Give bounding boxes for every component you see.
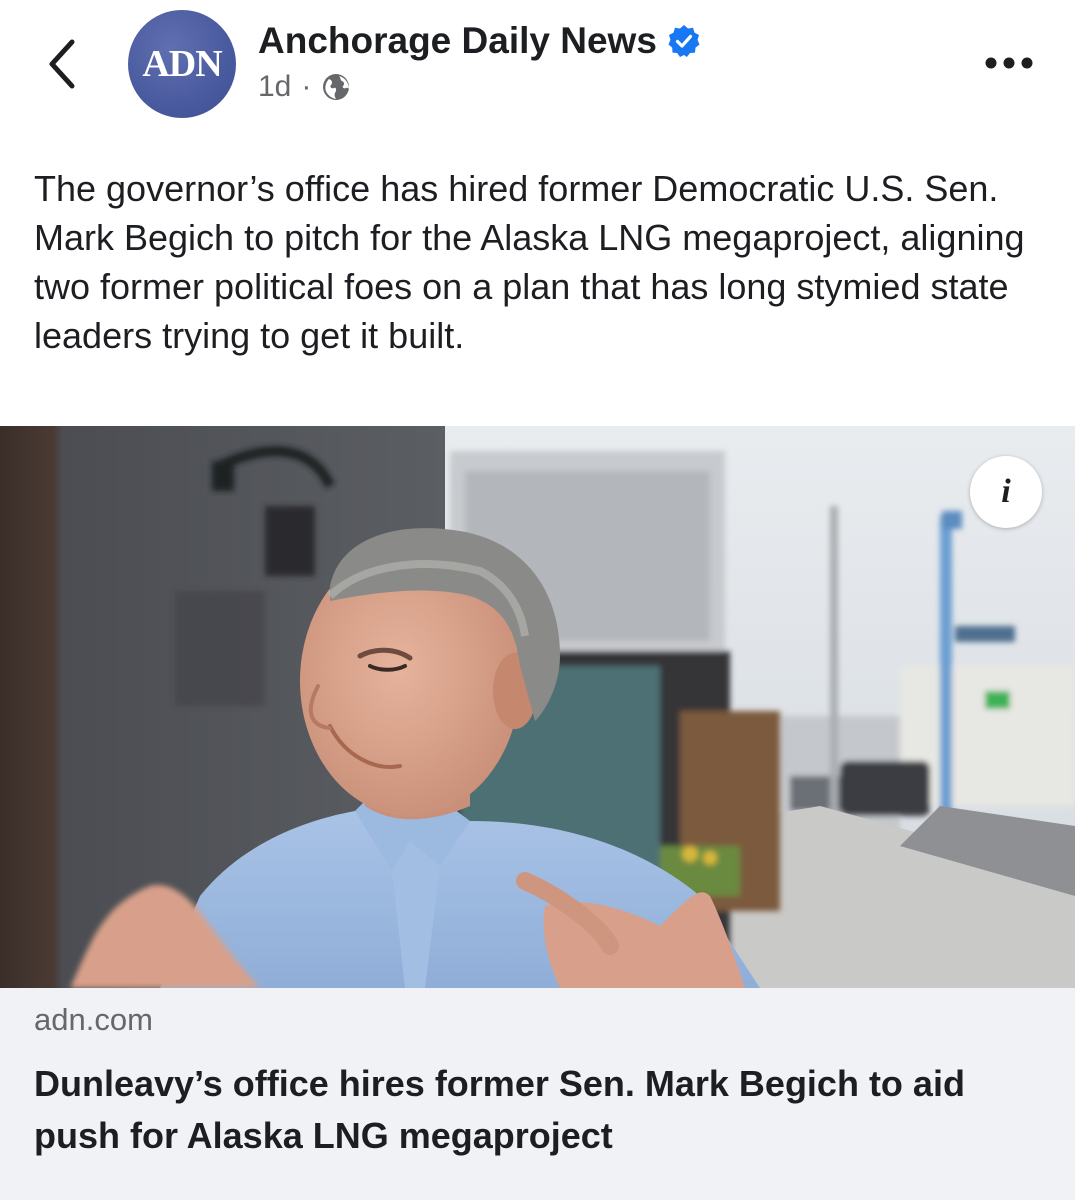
meta-separator: · [301, 70, 312, 103]
globe-icon [323, 74, 350, 100]
more-horizontal-icon [985, 57, 1033, 69]
article-photo[interactable] [0, 426, 1075, 988]
avatar-logo-text: ADN [142, 43, 222, 85]
post-meta: 1d · [258, 70, 351, 104]
page-name-link[interactable]: Anchorage Daily News [258, 20, 701, 62]
more-options-button[interactable] [983, 52, 1035, 74]
page-name: Anchorage Daily News [258, 20, 657, 61]
back-button[interactable] [40, 38, 88, 90]
article-photo-image [0, 426, 1075, 988]
verified-badge-icon [668, 25, 700, 57]
chevron-left-icon [49, 39, 75, 89]
post-text: The governor’s office has hired former D… [34, 168, 1025, 356]
link-domain: adn.com [34, 1002, 153, 1037]
page-avatar[interactable]: ADN [128, 10, 236, 118]
link-title: Dunleavy’s office hires former Sen. Mark… [34, 1063, 965, 1156]
info-button[interactable]: i [970, 456, 1042, 528]
info-icon: i [1001, 473, 1011, 510]
post-timestamp[interactable]: 1d [258, 70, 291, 104]
link-preview-card[interactable]: adn.com Dunleavy’s office hires former S… [0, 988, 1075, 1200]
